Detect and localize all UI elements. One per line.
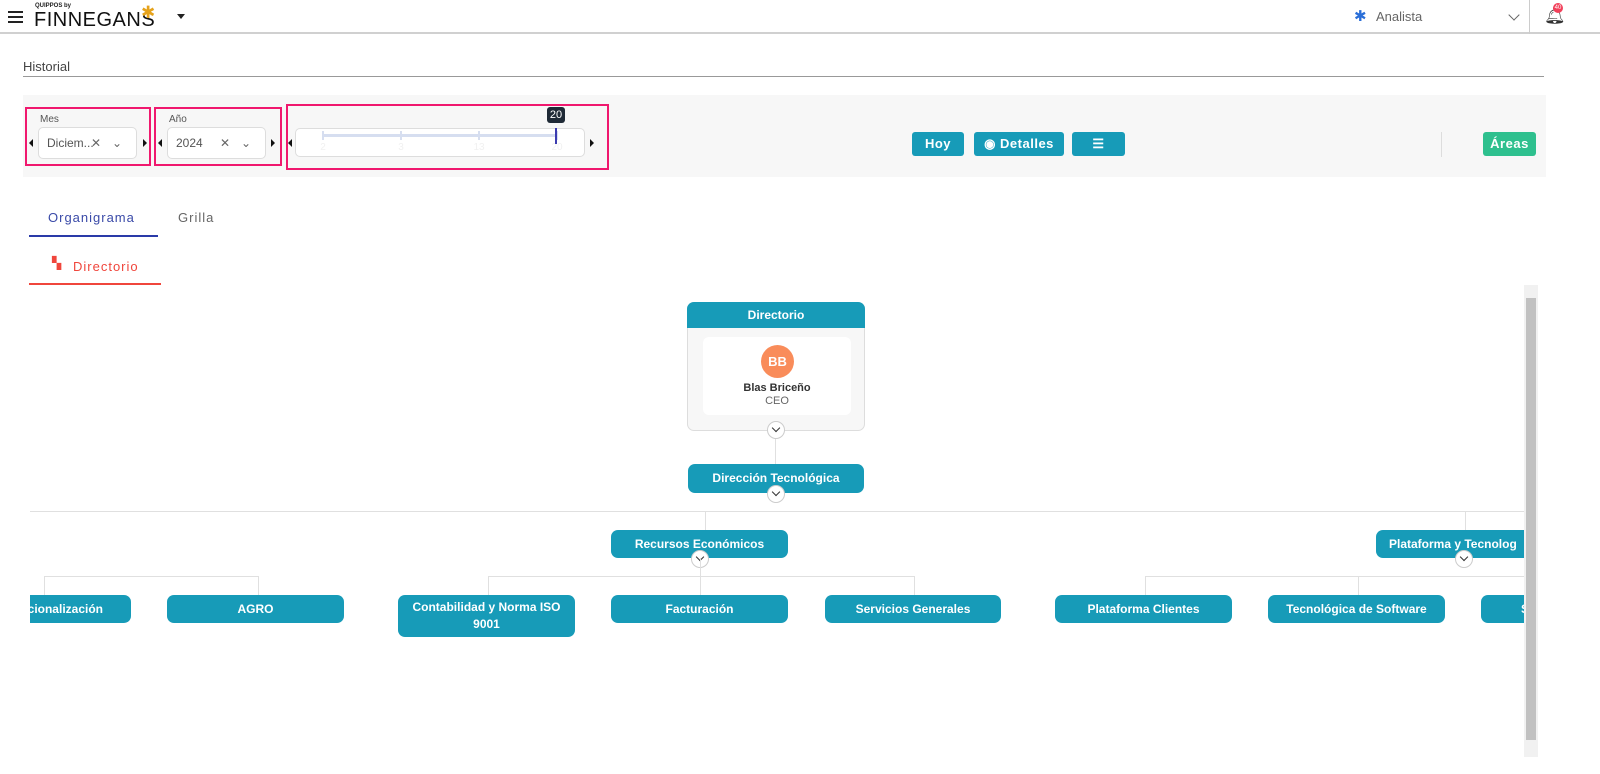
title-underline <box>23 76 1544 77</box>
expand-toggle-icon[interactable] <box>767 421 785 439</box>
year-next-arrow-icon[interactable] <box>271 139 275 147</box>
details-label: Detalles <box>1000 136 1054 151</box>
month-label: Mes <box>40 114 59 125</box>
expand-toggle-icon[interactable] <box>767 485 785 503</box>
day-prev-arrow-icon[interactable] <box>288 139 292 147</box>
slider-tick-label: 2 <box>320 142 326 153</box>
node-agro[interactable]: AGRO <box>167 595 344 623</box>
org-tree-icon: ▚ <box>52 256 62 270</box>
connector <box>1145 576 1524 577</box>
tab-grilla[interactable]: Grilla <box>178 210 214 225</box>
clear-icon[interactable]: ✕ <box>220 128 230 158</box>
slider-tooltip: 20 <box>547 107 565 123</box>
logo: FINNEGANS <box>34 9 156 31</box>
root-node[interactable]: Directorio BB Blas Briceño CEO <box>687 302 865 431</box>
expand-toggle-icon[interactable] <box>1455 550 1473 568</box>
month-select[interactable]: Diciem... ✕ ⌄ <box>38 127 137 159</box>
slider-tick-label: 3 <box>398 142 404 153</box>
role-selector[interactable]: Analista <box>1376 9 1422 24</box>
connector <box>44 576 258 577</box>
node-plataforma-clientes[interactable]: Plataforma Clientes <box>1055 595 1232 623</box>
node-contabilidad[interactable]: Contabilidad y Norma ISO 9001 <box>398 595 575 637</box>
connector <box>258 576 259 595</box>
connector <box>488 576 914 577</box>
person-card[interactable]: BB Blas Briceño CEO <box>703 337 851 415</box>
connector <box>488 576 489 595</box>
role-star-icon: ✱ <box>1354 8 1367 25</box>
details-button[interactable]: ◉ Detalles <box>974 132 1064 156</box>
filter-settings-button[interactable]: ☰ <box>1072 132 1125 156</box>
node-plataforma-y-tecnologia[interactable]: Plataforma y Tecnolog <box>1376 530 1524 558</box>
person-name: Blas Briceño <box>743 382 811 394</box>
slider-tick <box>478 131 480 140</box>
scrollbar-thumb[interactable] <box>1526 298 1536 740</box>
notification-badge: 40 <box>1553 3 1563 13</box>
day-next-arrow-icon[interactable] <box>590 139 594 147</box>
slider-tick <box>400 131 402 140</box>
subtab-directorio[interactable]: Directorio <box>73 259 139 274</box>
slider-tick <box>322 131 324 140</box>
slider-tick-label: 20 <box>551 142 563 153</box>
hamburger-menu-icon[interactable] <box>8 11 23 23</box>
day-slider[interactable] <box>295 128 585 157</box>
node-tecnologica-de-software[interactable]: Tecnológica de Software <box>1268 595 1445 623</box>
clear-icon[interactable]: ✕ <box>91 128 101 158</box>
caret-down-icon[interactable] <box>177 14 185 19</box>
year-prev-arrow-icon[interactable] <box>158 139 162 147</box>
areas-button[interactable]: Áreas <box>1483 132 1536 156</box>
slider-tick-label: 13 <box>473 142 485 153</box>
today-button[interactable]: Hoy <box>912 132 964 156</box>
slider-track[interactable] <box>322 134 556 137</box>
connector <box>700 558 701 595</box>
year-select[interactable]: 2024 ✕ ⌄ <box>167 127 266 159</box>
chevron-down-icon[interactable]: ⌄ <box>241 128 251 158</box>
connector <box>1358 576 1359 595</box>
node-servicios-generales[interactable]: Servicios Generales <box>825 595 1001 623</box>
active-tab-indicator <box>29 235 158 237</box>
month-next-arrow-icon[interactable] <box>143 139 147 147</box>
chevron-down-icon[interactable]: ⌄ <box>112 128 122 158</box>
month-prev-arrow-icon[interactable] <box>29 139 33 147</box>
connector <box>30 511 1524 512</box>
slider-handle[interactable] <box>555 128 557 144</box>
connector <box>914 576 915 595</box>
year-label: Año <box>169 114 187 125</box>
page-title: Historial <box>23 59 70 74</box>
node-partial[interactable]: S <box>1481 595 1524 623</box>
connector <box>1145 576 1146 595</box>
tab-organigrama[interactable]: Organigrama <box>48 210 135 225</box>
eye-icon: ◉ <box>984 136 1001 151</box>
connector <box>44 576 45 595</box>
org-chart: Directorio BB Blas Briceño CEO Dirección… <box>30 285 1524 774</box>
divider <box>1529 0 1530 34</box>
logo-star-icon: ✱ <box>141 3 156 22</box>
divider <box>1441 132 1442 157</box>
connector <box>1465 511 1466 530</box>
node-internacionalizacion[interactable]: cionalización <box>30 595 131 623</box>
year-value: 2024 <box>176 136 203 150</box>
avatar: BB <box>761 345 794 378</box>
sliders-icon: ☰ <box>1092 136 1105 151</box>
month-value: Diciem... <box>47 136 94 150</box>
connector <box>705 511 706 530</box>
root-node-title: Directorio <box>687 302 865 328</box>
person-role: CEO <box>765 395 789 407</box>
node-facturacion[interactable]: Facturación <box>611 595 788 623</box>
connector <box>775 438 776 464</box>
